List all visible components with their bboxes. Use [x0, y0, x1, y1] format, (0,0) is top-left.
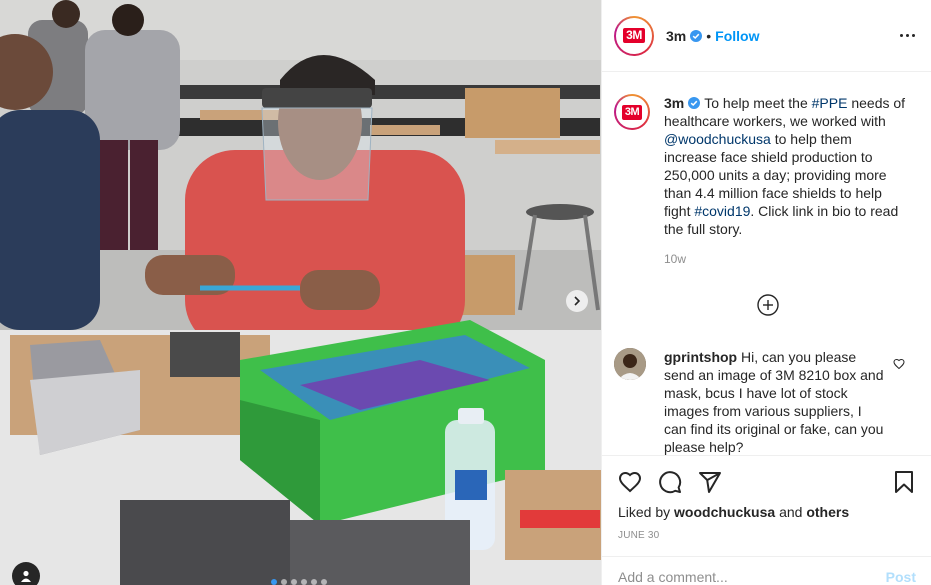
- carousel-dot: [291, 579, 297, 585]
- separator-dot: •: [706, 27, 712, 44]
- post-date[interactable]: JUNE 30: [618, 530, 916, 541]
- share-direct-icon[interactable]: [698, 470, 722, 494]
- commenter-avatar[interactable]: [614, 348, 646, 380]
- carousel-dot-active: [271, 579, 277, 585]
- comment-input[interactable]: [618, 568, 886, 585]
- save-bookmark-icon[interactable]: [892, 470, 916, 494]
- post-details-panel: 3M 3m • Follow 3M 3m To help meet the #PP…: [601, 0, 931, 585]
- carousel-dot: [321, 579, 327, 585]
- commenter-username[interactable]: gprintshop: [664, 349, 737, 365]
- carousel-dot: [301, 579, 307, 585]
- post-comment-button[interactable]: Post: [886, 569, 916, 585]
- post-caption: 3M 3m To help meet the #PPE needs of heal…: [602, 72, 931, 268]
- more-options-icon[interactable]: [900, 28, 915, 43]
- caption-timestamp[interactable]: 10w: [664, 250, 908, 268]
- post-header: 3M 3m • Follow: [602, 0, 931, 72]
- carousel-indicator: [271, 579, 327, 585]
- liked-by-user[interactable]: woodchuckusa: [674, 504, 775, 520]
- add-comment-bar: Post: [602, 556, 931, 585]
- brand-logo: 3M: [623, 28, 645, 43]
- caption-username[interactable]: 3m: [664, 95, 684, 111]
- chevron-right-icon: [574, 296, 581, 306]
- comments-section[interactable]: 3M 3m To help meet the #PPE needs of heal…: [602, 72, 931, 455]
- liked-by-others[interactable]: others: [806, 504, 849, 520]
- like-heart-icon[interactable]: [618, 470, 642, 494]
- caption-text: 3m To help meet the #PPE needs of healthc…: [664, 95, 906, 237]
- carousel-next-button[interactable]: [566, 290, 588, 312]
- caption-avatar[interactable]: 3M: [614, 94, 650, 130]
- brand-logo: 3M: [621, 104, 643, 120]
- likes-summary: Liked by woodchuckusa and others: [618, 504, 850, 520]
- post-actions: Liked by woodchuckusa and others JUNE 30: [602, 455, 931, 541]
- carousel-dot: [311, 579, 317, 585]
- tagged-users-button[interactable]: [12, 562, 40, 585]
- follow-button[interactable]: Follow: [715, 28, 759, 44]
- profile-avatar[interactable]: 3M: [614, 15, 654, 56]
- verified-badge-icon: [690, 29, 703, 42]
- workshop-photo: [0, 0, 601, 585]
- carousel-dot: [281, 579, 287, 585]
- verified-badge-icon: [688, 97, 701, 109]
- like-comment-heart-icon[interactable]: [893, 358, 905, 370]
- post-photo[interactable]: [0, 0, 601, 585]
- mention-link[interactable]: @woodchuckusa: [664, 131, 771, 147]
- comment-item: gprintshop Hi, can you please send an im…: [614, 348, 914, 455]
- hashtag-link[interactable]: #PPE: [812, 95, 848, 111]
- hashtag-link[interactable]: #covid19: [694, 203, 750, 219]
- comment-bubble-icon[interactable]: [658, 470, 682, 494]
- profile-username[interactable]: 3m: [666, 28, 686, 44]
- user-icon: [21, 570, 31, 582]
- load-more-comments-icon[interactable]: [757, 294, 779, 316]
